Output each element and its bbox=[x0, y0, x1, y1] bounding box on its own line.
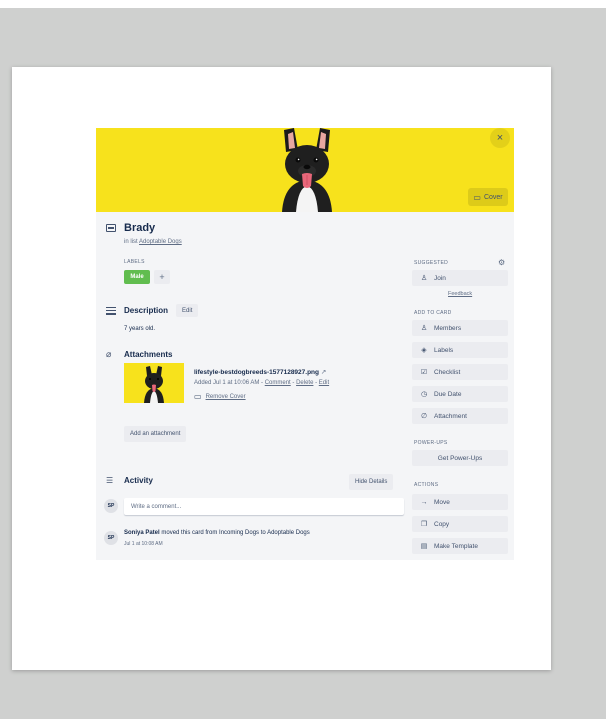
template-icon: ▤ bbox=[420, 543, 428, 550]
hide-details-button[interactable]: Hide Details bbox=[349, 474, 394, 490]
add-label-button[interactable]: + bbox=[154, 270, 170, 284]
attachment-button[interactable]: ∅ Attachment bbox=[412, 408, 508, 424]
close-button[interactable]: × bbox=[490, 128, 510, 148]
activity-user[interactable]: Soniya Patel bbox=[124, 530, 160, 536]
attachment-thumbnail[interactable] bbox=[124, 363, 184, 403]
attachment-dog-image bbox=[144, 366, 164, 403]
card-sidebar: SUGGESTED ⚙ ♙ Join Feedback ADD TO CARD ♙… bbox=[412, 212, 512, 560]
remove-cover-link[interactable]: ▭ Remove Cover bbox=[194, 392, 246, 401]
activity-list-icon: ☰ bbox=[106, 476, 114, 485]
attachment-comment-link[interactable]: Comment bbox=[265, 380, 291, 386]
copy-icon: ❐ bbox=[420, 521, 428, 528]
activity-heading: Activity bbox=[124, 476, 153, 485]
arrow-right-icon: → bbox=[420, 498, 428, 506]
attachments-header: ⌀ Attachments bbox=[106, 349, 172, 360]
card-title[interactable]: Brady bbox=[124, 222, 155, 234]
cover-card-icon: ▭ bbox=[473, 192, 481, 202]
comment-input[interactable]: Write a comment... bbox=[124, 498, 404, 515]
edit-description-button[interactable]: Edit bbox=[176, 304, 199, 317]
card-icon bbox=[106, 224, 116, 232]
paperclip-icon: ∅ bbox=[420, 413, 428, 420]
person-icon: ♙ bbox=[420, 275, 428, 282]
copy-button[interactable]: ❐ Copy bbox=[412, 516, 508, 532]
attachment-file-name[interactable]: lifestyle-bestdogbreeds-1577128927.png ↗ bbox=[194, 368, 326, 376]
dog-cover-image bbox=[282, 128, 332, 212]
activity-entry: Soniya Patel moved this card from Incomi… bbox=[124, 530, 310, 536]
avatar[interactable]: SP bbox=[104, 531, 118, 545]
activity-timestamp[interactable]: Jul 1 at 10:08 AM bbox=[124, 541, 163, 547]
description-heading: Description bbox=[124, 306, 169, 315]
card-detail-dialog: × ▭ Cover Brady in list Adoptable Dogs L… bbox=[96, 128, 514, 560]
tag-icon: ◈ bbox=[421, 347, 427, 354]
card-title-row: Brady bbox=[106, 222, 155, 234]
clock-icon: ◷ bbox=[420, 391, 428, 398]
checklist-icon: ☑ bbox=[420, 369, 428, 376]
cover-card-icon: ▭ bbox=[194, 392, 202, 401]
labels-heading: LABELS bbox=[124, 259, 145, 265]
card-cover: × ▭ Cover bbox=[96, 128, 514, 212]
open-external-icon[interactable]: ↗ bbox=[321, 369, 326, 376]
attachment-delete-link[interactable]: Delete bbox=[296, 380, 313, 386]
description-text[interactable]: 7 years old. bbox=[124, 326, 155, 332]
description-lines-icon bbox=[106, 306, 116, 315]
checklist-button[interactable]: ☑ Checklist bbox=[412, 364, 508, 380]
close-icon: × bbox=[496, 132, 504, 144]
paperclip-icon: ⌀ bbox=[106, 349, 112, 359]
activity-header: ☰ Activity bbox=[106, 476, 153, 485]
feedback-link[interactable]: Feedback bbox=[448, 291, 472, 297]
add-attachment-button[interactable]: Add an attachment bbox=[124, 426, 187, 442]
cover-button[interactable]: ▭ Cover bbox=[468, 188, 508, 206]
suggested-heading: SUGGESTED bbox=[414, 260, 449, 266]
avatar[interactable]: SP bbox=[104, 499, 118, 513]
attachments-heading: Attachments bbox=[124, 350, 173, 359]
due-date-button[interactable]: ◷ Due Date bbox=[412, 386, 508, 402]
list-reference: in list Adoptable Dogs bbox=[124, 239, 182, 245]
attachment-edit-link[interactable]: Edit bbox=[319, 380, 329, 386]
join-button[interactable]: ♙ Join bbox=[412, 270, 508, 286]
labels-button[interactable]: ◈ Labels bbox=[412, 342, 508, 358]
attachment-meta: Added Jul 1 at 10:06 AM - Comment - Dele… bbox=[194, 380, 330, 386]
card-main-column: Brady in list Adoptable Dogs LABELS Male… bbox=[96, 212, 406, 560]
power-ups-heading: POWER-UPS bbox=[414, 440, 448, 446]
window-top-strip bbox=[0, 0, 606, 8]
gear-icon[interactable]: ⚙ bbox=[498, 258, 505, 267]
move-button[interactable]: → Move bbox=[412, 494, 508, 510]
label-male[interactable]: Male bbox=[124, 270, 150, 284]
actions-heading: ACTIONS bbox=[414, 482, 439, 488]
get-power-ups-button[interactable]: Get Power-Ups bbox=[412, 450, 508, 466]
members-button[interactable]: ♙ Members bbox=[412, 320, 508, 336]
make-template-button[interactable]: ▤ Make Template bbox=[412, 538, 508, 554]
add-to-card-heading: ADD TO CARD bbox=[414, 310, 452, 316]
description-header: Description Edit bbox=[106, 304, 199, 317]
person-icon: ♙ bbox=[420, 325, 428, 332]
list-link[interactable]: Adoptable Dogs bbox=[139, 239, 182, 245]
